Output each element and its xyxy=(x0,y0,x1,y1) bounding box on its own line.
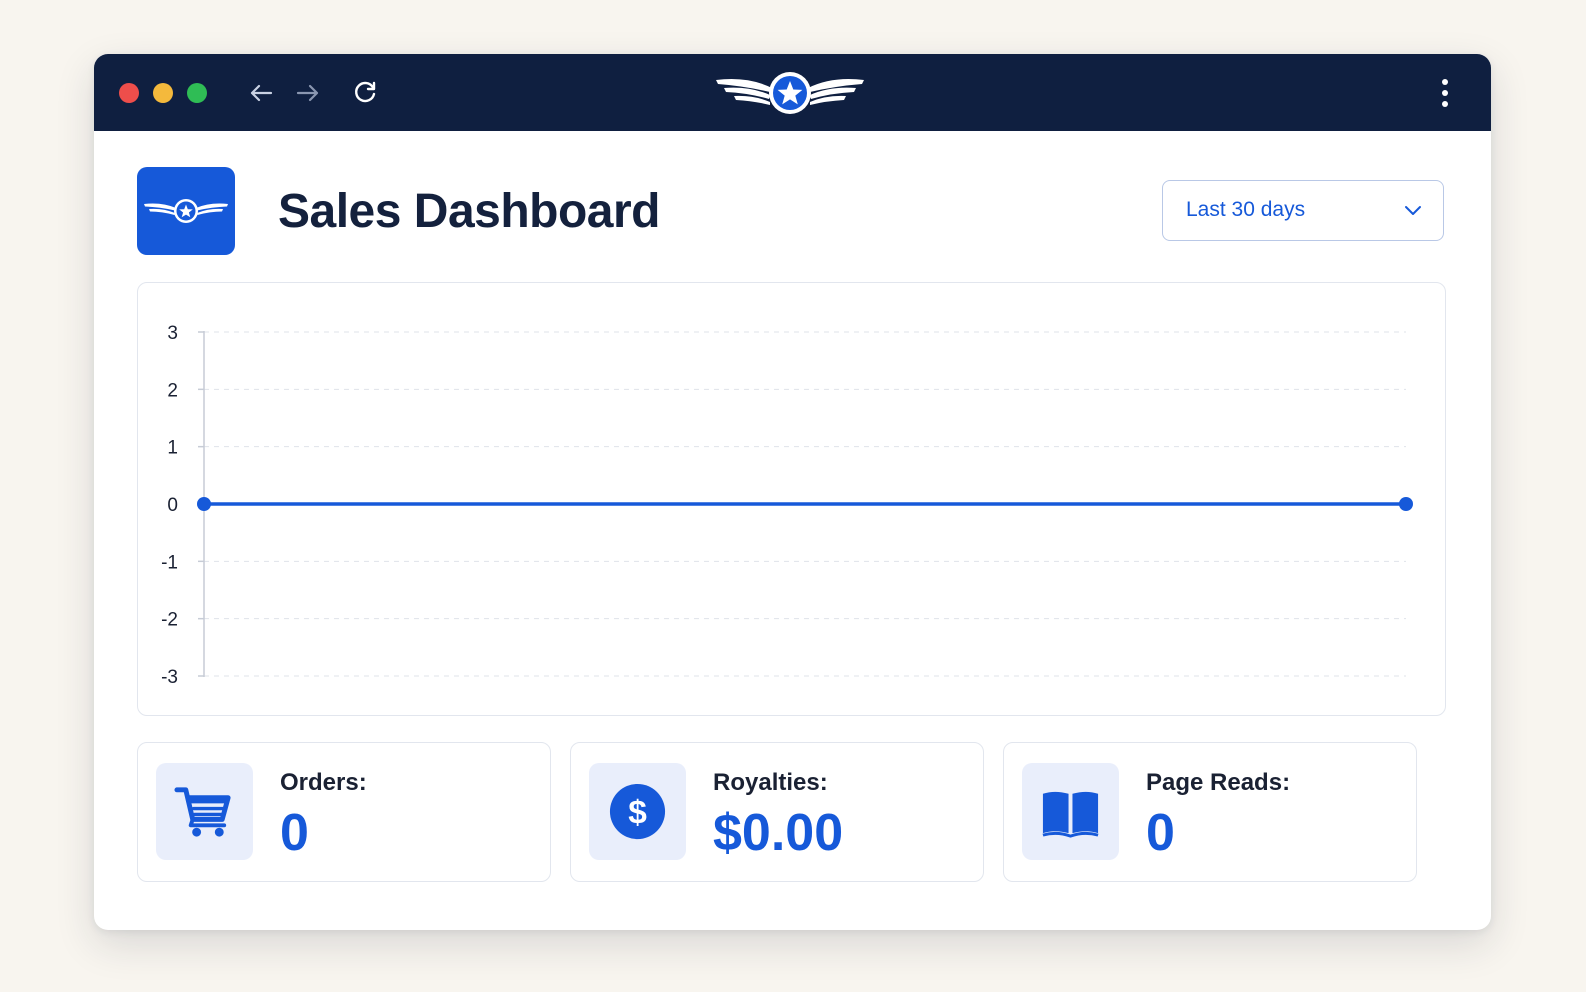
page-reads-card: Page Reads: 0 xyxy=(1003,742,1417,882)
kebab-menu-icon[interactable] xyxy=(1433,77,1457,109)
winged-star-logo-icon xyxy=(714,68,866,118)
y-tick-label: 3 xyxy=(167,323,178,344)
stat-icon-tile: $ xyxy=(589,763,686,860)
date-range-select[interactable]: Last 30 days xyxy=(1162,180,1444,241)
close-button[interactable] xyxy=(119,83,139,103)
dollar-coin-icon: $ xyxy=(609,783,666,840)
royalties-label: Royalties: xyxy=(713,769,828,796)
date-range-value: Last 30 days xyxy=(1186,198,1306,221)
y-tick-label: -1 xyxy=(161,552,178,573)
winged-star-logo-icon xyxy=(144,199,228,223)
data-point[interactable] xyxy=(1399,497,1413,511)
arrow-left-icon[interactable] xyxy=(246,78,276,108)
page-reads-label: Page Reads: xyxy=(1146,769,1291,796)
stat-icon-tile xyxy=(156,763,253,860)
y-tick-label: -3 xyxy=(161,667,178,688)
y-tick-label: -2 xyxy=(161,610,178,631)
open-book-icon xyxy=(1042,791,1099,838)
y-tick-label: 0 xyxy=(167,495,178,516)
minimize-button[interactable] xyxy=(153,83,173,103)
orders-label: Orders: xyxy=(280,769,367,796)
sales-chart: 3 2 1 0 -1 -2 -3 xyxy=(137,282,1446,716)
chevron-down-icon xyxy=(1405,206,1421,215)
orders-value: 0 xyxy=(280,804,309,862)
y-tick-label: 2 xyxy=(167,380,178,401)
royalties-value: $0.00 xyxy=(713,804,844,862)
page-reads-value: 0 xyxy=(1146,804,1175,862)
sales-line-chart: 3 2 1 0 -1 -2 -3 xyxy=(161,323,1413,688)
page-title: Sales Dashboard xyxy=(278,185,660,238)
svg-text:$: $ xyxy=(628,794,647,831)
title-bar xyxy=(94,54,1491,131)
y-tick-label: 1 xyxy=(167,438,178,459)
browser-window: Sales Dashboard Last 30 days 3 2 1 0 -1 -2 -3 … xyxy=(94,54,1491,930)
maximize-button[interactable] xyxy=(187,83,207,103)
arrow-right-icon[interactable] xyxy=(293,78,323,108)
royalties-card: $ Royalties: $0.00 xyxy=(570,742,984,882)
orders-card: Orders: 0 xyxy=(137,742,551,882)
shopping-cart-icon xyxy=(174,787,231,837)
stat-icon-tile xyxy=(1022,763,1119,860)
app-logo xyxy=(137,167,235,255)
data-point[interactable] xyxy=(197,497,211,511)
reload-icon[interactable] xyxy=(350,78,380,108)
